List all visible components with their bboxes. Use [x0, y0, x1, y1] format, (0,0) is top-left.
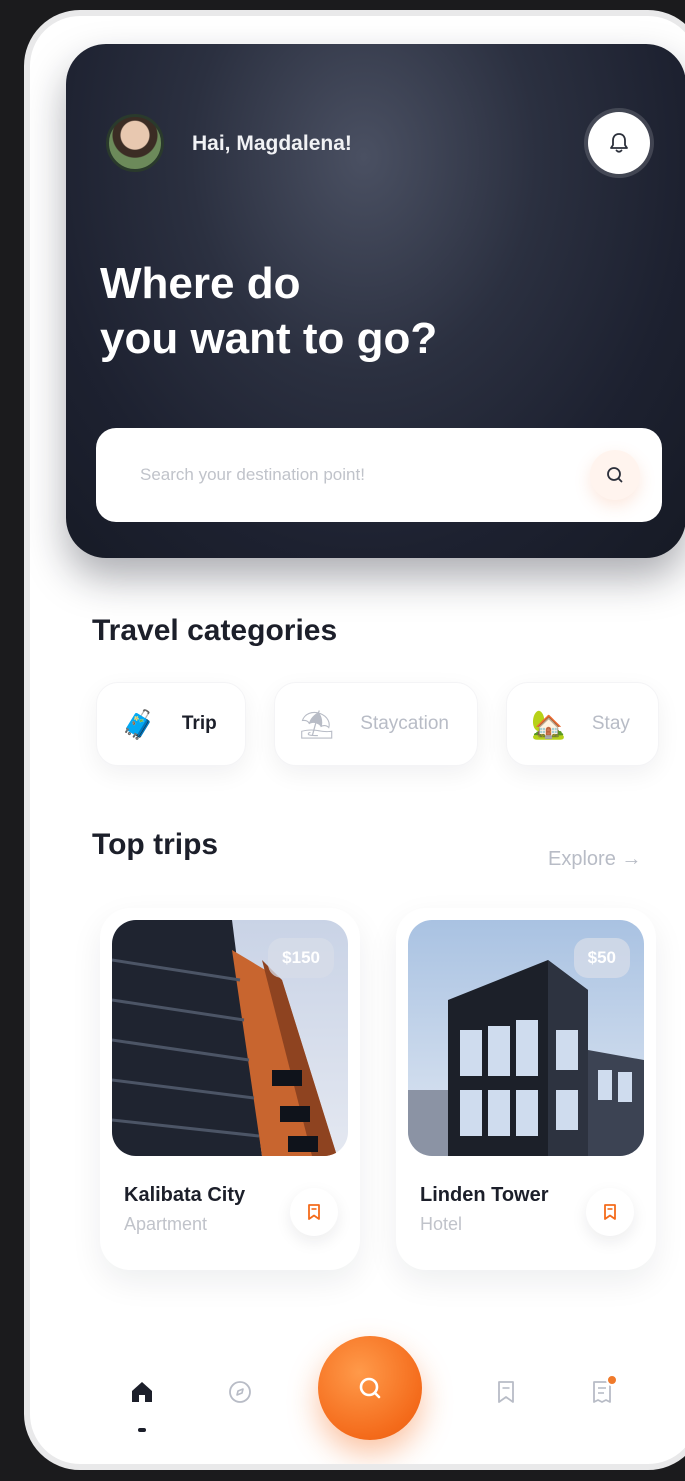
- price-badge: $150: [268, 938, 334, 978]
- home-icon: [132, 1382, 152, 1402]
- luggage-icon: 🧳: [121, 708, 156, 740]
- bookmark-button[interactable]: [290, 1188, 338, 1236]
- category-staycation[interactable]: ⛱ Staycation: [273, 682, 478, 766]
- hero-panel: Hai, Magdalena! Where do you want to go?: [66, 44, 685, 558]
- trip-card-kalibata[interactable]: $150 Kalibata City Apartment: [100, 908, 360, 1270]
- bottom-nav: [30, 1336, 685, 1464]
- beach-umbrella-icon: ⛱: [298, 708, 335, 740]
- trip-name: Linden Tower: [420, 1184, 549, 1206]
- trip-type: Apartment: [124, 1214, 208, 1234]
- house-icon: 🏡: [531, 708, 566, 740]
- bookmark-icon: [498, 1381, 514, 1403]
- nav-explore[interactable]: [220, 1372, 260, 1412]
- trip-image: $50: [408, 920, 644, 1156]
- trip-type: Hotel: [420, 1214, 463, 1234]
- category-trip[interactable]: 🧳 Trip: [96, 682, 246, 766]
- bookmark-button[interactable]: [586, 1188, 634, 1236]
- search-button[interactable]: [590, 450, 640, 500]
- page-title: Where do you want to go?: [100, 256, 437, 366]
- category-stay[interactable]: 🏡 Stay: [506, 682, 659, 766]
- nav-saved[interactable]: [486, 1372, 526, 1412]
- bookmark-icon: [604, 1204, 616, 1220]
- search-bar: [96, 428, 662, 522]
- title-line-1: Where do: [100, 259, 301, 308]
- category-label: Trip: [181, 713, 217, 734]
- phone-screen: Hai, Magdalena! Where do you want to go?…: [24, 10, 685, 1470]
- trip-card-linden[interactable]: $50 Linden Tower Hotel: [396, 908, 656, 1270]
- notification-badge: [606, 1374, 618, 1386]
- search-input[interactable]: [140, 465, 560, 485]
- notification-button[interactable]: [588, 112, 650, 174]
- top-trips-title: Top trips: [92, 828, 219, 861]
- price-badge: $50: [573, 938, 630, 978]
- compass-icon: [229, 1381, 251, 1403]
- nav-search-button[interactable]: [318, 1336, 422, 1440]
- category-list: 🧳 Trip ⛱ Staycation 🏡 Stay: [96, 682, 659, 766]
- trip-name: Kalibata City: [124, 1184, 246, 1206]
- search-icon: [607, 467, 623, 483]
- bookmark-icon: [308, 1204, 320, 1220]
- trip-image: $150: [112, 920, 348, 1156]
- search-icon: [359, 1377, 381, 1399]
- categories-title: Travel categories: [92, 614, 338, 647]
- active-indicator: [138, 1428, 146, 1432]
- nav-bookings[interactable]: [582, 1372, 622, 1412]
- avatar[interactable]: [106, 114, 164, 172]
- category-label: Staycation: [360, 713, 449, 734]
- nav-home[interactable]: [122, 1372, 162, 1412]
- explore-link[interactable]: Explore →: [548, 848, 641, 871]
- greeting-text: Hai, Magdalena!: [192, 132, 352, 155]
- bell-icon: [610, 133, 628, 153]
- category-label: Stay: [591, 713, 630, 734]
- title-line-2: you want to go?: [100, 314, 438, 363]
